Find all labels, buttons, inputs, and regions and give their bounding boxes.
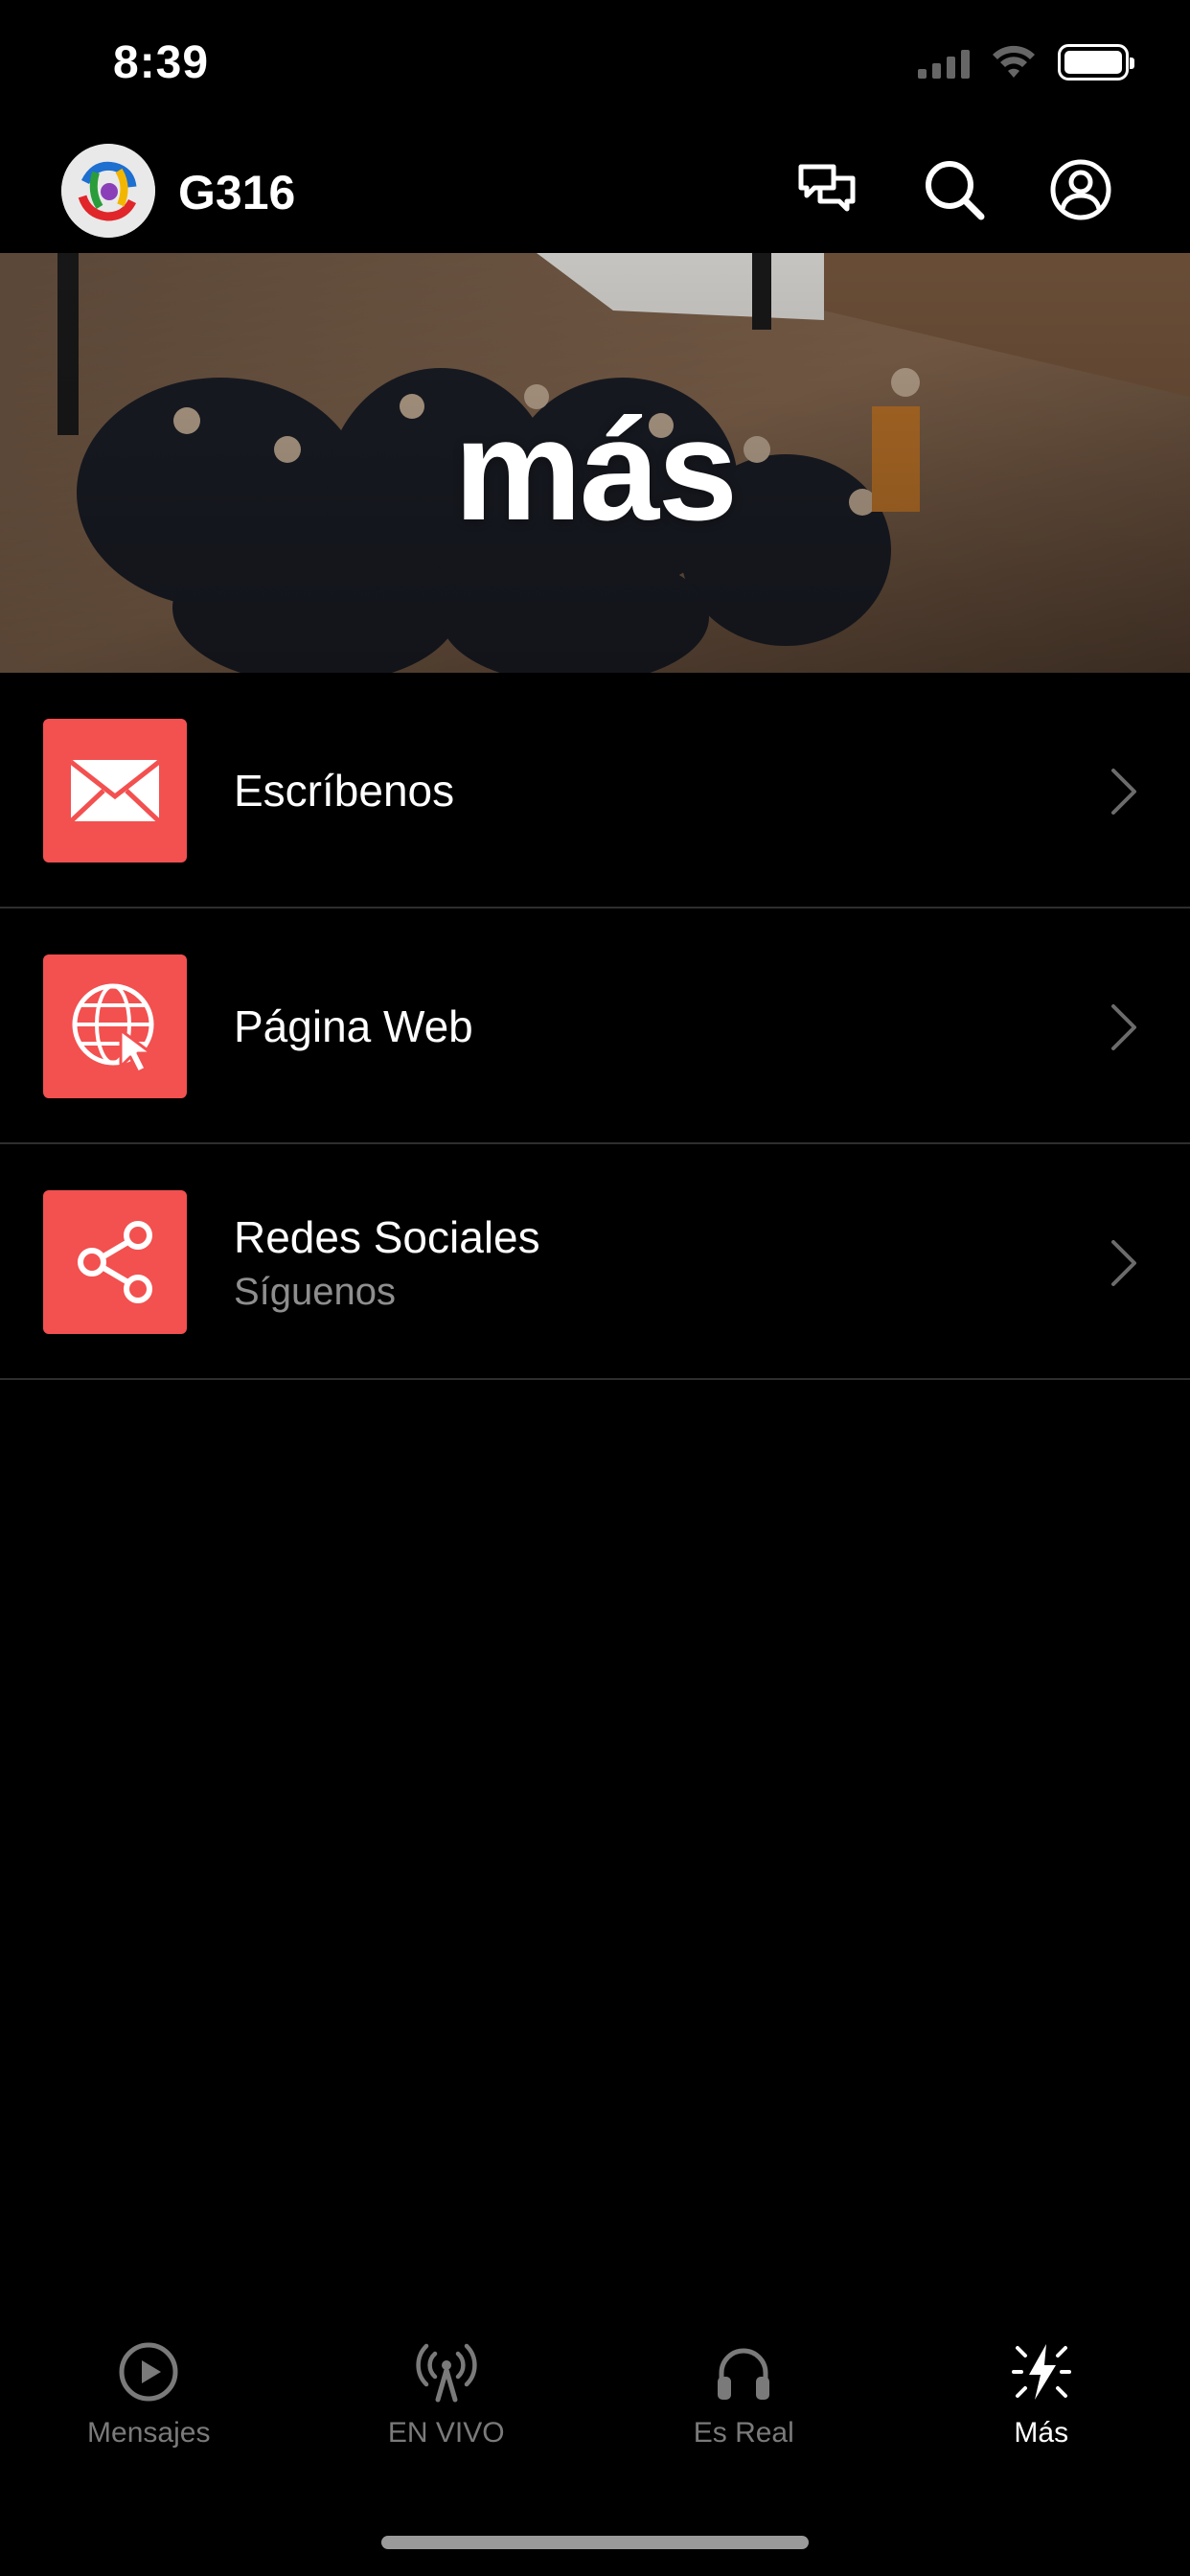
play-circle-icon bbox=[119, 2342, 178, 2402]
chevron-right-icon bbox=[1111, 769, 1136, 815]
tab-label: EN VIVO bbox=[387, 2417, 505, 2449]
globe-cursor-icon bbox=[43, 954, 187, 1098]
tab-es-real[interactable]: Es Real bbox=[595, 2338, 893, 2511]
mail-icon bbox=[43, 719, 187, 862]
menu-item-pagina-web[interactable]: Página Web bbox=[0, 908, 1190, 1144]
app-title: G316 bbox=[178, 166, 296, 219]
menu-item-redes-sociales[interactable]: Redes Sociales Síguenos bbox=[0, 1144, 1190, 1380]
status-icons bbox=[918, 44, 1134, 80]
tab-label: Mensajes bbox=[87, 2417, 211, 2449]
tab-label: Es Real bbox=[693, 2417, 794, 2449]
hero-banner: más bbox=[0, 253, 1190, 673]
headphones-icon bbox=[718, 2348, 770, 2400]
menu-list: Escríbenos Página Web Redes Sociales Síg… bbox=[0, 673, 1190, 1380]
wifi-icon bbox=[993, 45, 1035, 78]
profile-icon[interactable] bbox=[1046, 155, 1115, 224]
tab-mensajes[interactable]: Mensajes bbox=[0, 2338, 298, 2511]
cellular-signal-icon bbox=[918, 46, 970, 79]
tab-label: Más bbox=[1014, 2417, 1069, 2449]
search-icon[interactable] bbox=[920, 155, 989, 224]
hero-title: más bbox=[453, 389, 738, 550]
sparkle-bolt-icon bbox=[1011, 2344, 1071, 2400]
status-time: 8:39 bbox=[113, 37, 210, 88]
menu-item-title: Página Web bbox=[234, 1001, 473, 1051]
home-indicator[interactable] bbox=[381, 2536, 809, 2549]
chevron-right-icon bbox=[1111, 1240, 1136, 1286]
menu-item-escribenos[interactable]: Escríbenos bbox=[0, 673, 1190, 908]
chevron-right-icon bbox=[1111, 1004, 1136, 1050]
tab-mas[interactable]: Más bbox=[893, 2338, 1190, 2511]
church-logo[interactable] bbox=[61, 144, 155, 238]
share-icon bbox=[43, 1190, 187, 1334]
app-header: G316 bbox=[0, 126, 1190, 253]
chat-icon[interactable] bbox=[793, 155, 862, 224]
tab-bar: Mensajes EN VIVO Es Real Más bbox=[0, 2338, 1190, 2511]
status-bar: 8:39 bbox=[0, 0, 1190, 126]
battery-icon bbox=[1058, 44, 1134, 80]
menu-item-subtitle: Síguenos bbox=[234, 1270, 397, 1313]
tab-en-vivo[interactable]: EN VIVO bbox=[298, 2338, 596, 2511]
broadcast-icon bbox=[416, 2343, 477, 2403]
menu-item-title: Redes Sociales bbox=[234, 1211, 540, 1262]
menu-item-title: Escríbenos bbox=[234, 766, 455, 816]
